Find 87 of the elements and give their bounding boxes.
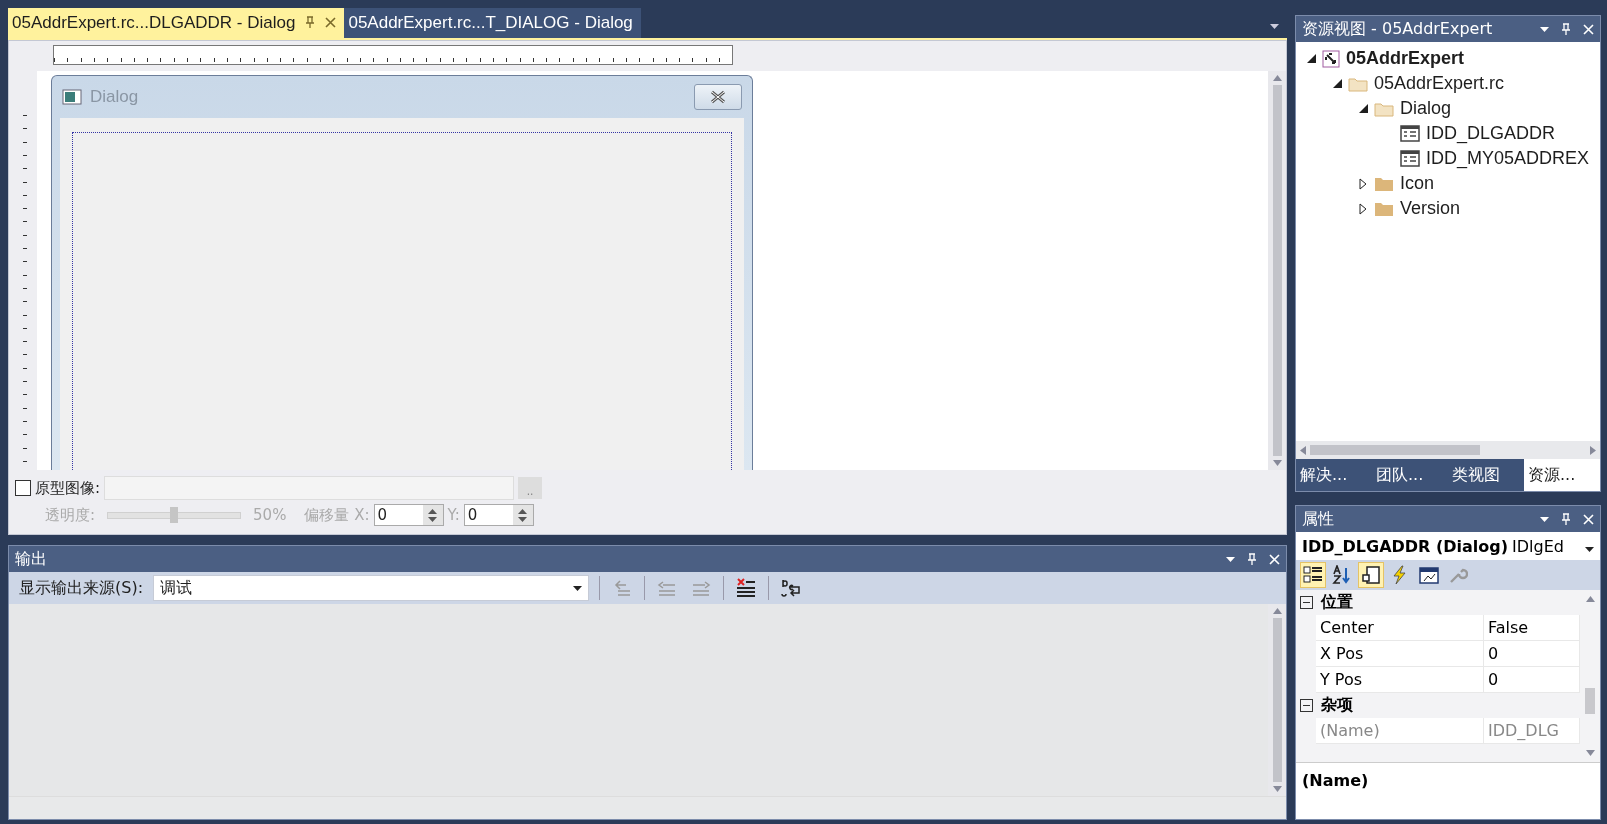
- scroll-arrow-icon[interactable]: [1272, 608, 1282, 614]
- scrollbar-thumb[interactable]: [1310, 445, 1480, 455]
- opacity-label: 透明度:: [45, 505, 96, 525]
- dropdown-icon[interactable]: [1540, 516, 1549, 522]
- dropdown-icon[interactable]: [1585, 546, 1594, 552]
- property-row[interactable]: X Pos 0: [1316, 641, 1580, 667]
- pin-icon[interactable]: [305, 16, 316, 28]
- property-row[interactable]: Center False: [1316, 615, 1580, 641]
- category-label: 杂项: [1321, 695, 1353, 716]
- tree-item[interactable]: IDD_MY05ADDREX: [1426, 148, 1590, 169]
- panel-tab[interactable]: 资源...: [1524, 459, 1600, 491]
- panel-title: 属性: [1302, 508, 1335, 530]
- dialog-resource-icon: [1400, 150, 1420, 167]
- panel-tab[interactable]: 团队...: [1372, 459, 1448, 491]
- dialog-resource-icon: [1400, 125, 1420, 142]
- panel-title: 输出: [15, 548, 48, 570]
- output-source-dropdown[interactable]: 调试: [153, 575, 590, 601]
- scroll-arrow-icon[interactable]: [1585, 596, 1595, 602]
- scroll-arrow-icon[interactable]: [1585, 750, 1595, 756]
- property-row[interactable]: Y Pos 0: [1316, 667, 1580, 693]
- scroll-arrow-icon[interactable]: [1272, 75, 1282, 81]
- dropdown-icon: [573, 585, 583, 591]
- collapse-icon[interactable]: [1300, 596, 1313, 609]
- scroll-arrow-icon[interactable]: [1272, 786, 1282, 792]
- word-wrap-icon[interactable]: [780, 577, 803, 599]
- tree-item[interactable]: IDD_DLGADDR: [1426, 123, 1556, 144]
- property-name: Y Pos: [1316, 667, 1484, 692]
- expand-arrow-icon[interactable]: [1359, 177, 1367, 190]
- tree-item[interactable]: Dialog: [1400, 98, 1452, 119]
- tree-item[interactable]: 05AddrExpert: [1346, 48, 1465, 69]
- scroll-arrow-icon[interactable]: [1272, 460, 1282, 466]
- categorized-icon: [1303, 565, 1323, 585]
- category-label: 位置: [1321, 592, 1353, 613]
- scrollbar-thumb[interactable]: [1585, 688, 1595, 714]
- panel-tab[interactable]: 类视图: [1448, 459, 1524, 491]
- object-selector[interactable]: IDD_DLGADDR (Dialog) IDlgEd: [1296, 532, 1600, 560]
- property-value[interactable]: 0: [1484, 667, 1580, 692]
- dropdown-icon[interactable]: [1270, 24, 1279, 29]
- close-button[interactable]: [694, 84, 742, 110]
- sort-alphabetical-icon: [1332, 565, 1352, 585]
- project-icon: [1322, 49, 1340, 68]
- dropdown-icon[interactable]: [1226, 556, 1235, 562]
- slider-thumb[interactable]: [170, 506, 179, 523]
- folder-icon: [1374, 200, 1394, 217]
- opacity-reading: 50%: [253, 506, 287, 524]
- offset-y-label: Y:: [447, 506, 460, 524]
- offset-x-spinner[interactable]: 0: [373, 504, 444, 526]
- tree-item[interactable]: Icon: [1400, 173, 1435, 194]
- panel-tab[interactable]: 解决...: [1296, 459, 1372, 491]
- tree-item[interactable]: Version: [1400, 198, 1461, 219]
- property-value[interactable]: 0: [1484, 641, 1580, 666]
- toolbar-button[interactable]: [1358, 562, 1384, 588]
- offset-y-spinner[interactable]: 0: [463, 504, 534, 526]
- toolbar-button[interactable]: [1300, 562, 1326, 588]
- panel-title: 资源视图 - 05AddrExpert: [1302, 18, 1494, 40]
- scroll-arrow-icon[interactable]: [1300, 445, 1306, 455]
- checkbox-label: 原型图像:: [35, 478, 101, 498]
- property-value[interactable]: False: [1484, 615, 1580, 640]
- dialog-title: Dialog: [90, 87, 139, 107]
- document-tab[interactable]: 05AddrExpert.rc...DLGADDR - Dialog: [8, 8, 345, 38]
- expand-arrow-icon[interactable]: [1359, 202, 1367, 215]
- open-folder-icon: [1348, 75, 1368, 92]
- property-name: Center: [1316, 615, 1484, 640]
- open-folder-icon: [1374, 100, 1394, 117]
- window-icon: [62, 89, 82, 105]
- close-icon[interactable]: [325, 17, 337, 28]
- collapse-arrow-icon[interactable]: [1332, 79, 1342, 88]
- property-name: (Name): [1316, 718, 1484, 743]
- folder-icon: [1374, 175, 1394, 192]
- checkbox[interactable]: [15, 480, 31, 496]
- document-tab[interactable]: 05AddrExpert.rc...T_DIALOG - Dialog: [344, 8, 641, 38]
- clear-all-icon[interactable]: [735, 577, 758, 599]
- tree-item[interactable]: 05AddrExpert.rc: [1374, 73, 1505, 94]
- dropdown-icon[interactable]: [1540, 26, 1549, 32]
- window-icon: [1418, 565, 1440, 585]
- property-page-icon: [1361, 565, 1381, 585]
- scrollbar-thumb[interactable]: [1272, 85, 1282, 456]
- description-title: (Name): [1302, 771, 1369, 790]
- property-name: X Pos: [1316, 641, 1484, 666]
- collapse-arrow-icon[interactable]: [1306, 54, 1316, 63]
- close-icon: [710, 90, 726, 104]
- collapse-arrow-icon[interactable]: [1358, 104, 1368, 113]
- scrollbar-thumb[interactable]: [1272, 618, 1282, 782]
- offset-x-label: 偏移量 X:: [304, 505, 370, 525]
- scroll-arrow-icon[interactable]: [1590, 445, 1596, 455]
- source-label: 显示输出来源(S):: [19, 577, 144, 599]
- collapse-icon[interactable]: [1300, 699, 1313, 712]
